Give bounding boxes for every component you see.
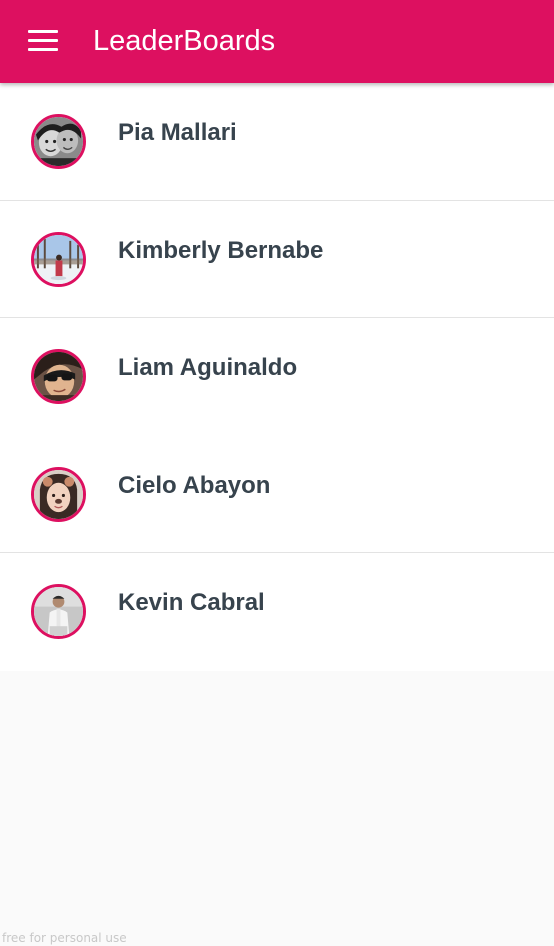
leaderboard-item[interactable]: Liam Aguinaldo (0, 318, 554, 436)
leaderboard-list: Pia Mallari Kimberly Bernabe Liam Aguina… (0, 83, 554, 671)
leaderboard-item[interactable]: Cielo Abayon (0, 436, 554, 554)
leaderboard-item[interactable]: Kimberly Bernabe (0, 201, 554, 319)
app-bar: LeaderBoards (0, 0, 554, 83)
leaderboard-item[interactable]: Kevin Cabral (0, 553, 554, 671)
player-name: Kimberly Bernabe (118, 236, 324, 264)
player-name: Kevin Cabral (118, 589, 265, 616)
avatar (31, 231, 86, 287)
avatar (31, 466, 86, 522)
hamburger-menu-icon[interactable] (24, 24, 62, 58)
watermark-text: free for personal use (2, 931, 127, 945)
avatar (31, 114, 86, 169)
player-name: Liam Aguinaldo (118, 354, 298, 381)
player-name: Cielo Abayon (118, 471, 271, 499)
page-title: LeaderBoards (93, 25, 276, 57)
avatar (31, 349, 86, 404)
player-name: Pia Mallari (118, 119, 237, 146)
avatar (31, 584, 86, 639)
leaderboard-item[interactable]: Pia Mallari (0, 83, 554, 201)
